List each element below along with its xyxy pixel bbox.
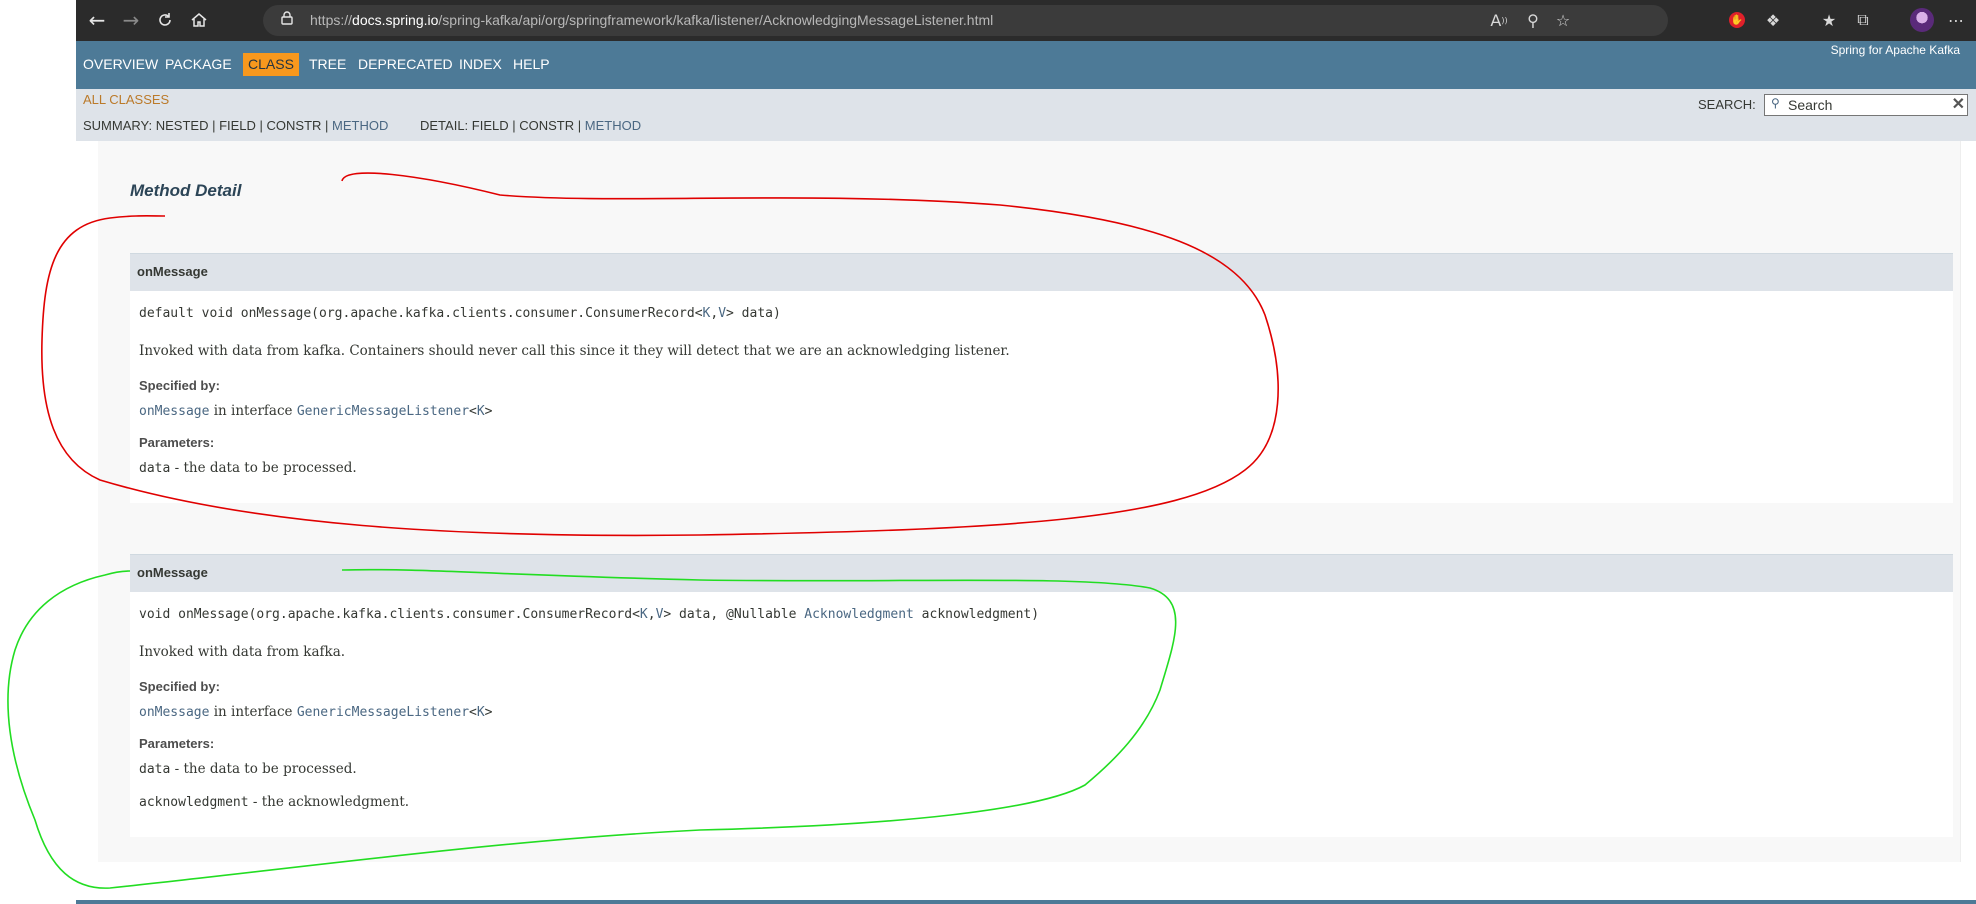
method-signature: default void onMessage(org.apache.kafka.… [139,306,781,321]
parameters-label: Parameters: [139,736,215,751]
nav-deprecated[interactable]: DEPRECATED [353,53,458,76]
method-name: onMessage [137,264,208,279]
signature-text: , [647,607,656,622]
parameter-name: data [139,461,171,476]
top-navigation-bar: OVERVIEW PACKAGE CLASS TREE DEPRECATED I… [76,41,1976,89]
detail-method-link[interactable]: METHOD [585,118,641,133]
interface-link[interactable]: GenericMessageListener [297,404,469,419]
star-add-icon[interactable]: ☆ [1552,9,1574,31]
lock-icon[interactable] [281,11,293,29]
method-description: Invoked with data from kafka. [139,644,346,660]
detail-disabled-items: FIELD | CONSTR | [471,118,582,133]
nav-package[interactable]: PACKAGE [160,53,237,76]
signature-text: void onMessage(org.apache.kafka.clients.… [139,607,640,622]
type-param-link[interactable]: K [640,607,648,622]
method-block: onMessage default void onMessage(org.apa… [130,253,1953,503]
refresh-icon[interactable] [153,8,177,32]
acknowledgment-type-link[interactable]: Acknowledgment [804,607,914,622]
signature-text: > data) [726,306,781,321]
specified-method-link[interactable]: onMessage [139,705,209,720]
generic-bracket: > [484,705,493,720]
back-icon[interactable]: ← [85,8,109,32]
interface-link[interactable]: GenericMessageListener [297,705,469,720]
signature-text: acknowledgment) [913,607,1040,622]
nav-help[interactable]: HELP [508,53,555,76]
sub-navigation: ALL CLASSES SUMMARY: NESTED | FIELD | CO… [76,89,1976,141]
parameter-description: - the data to be processed. [170,761,357,777]
detail-label: DETAIL: [420,118,469,133]
nav-tree[interactable]: TREE [304,53,351,76]
generic-bracket: > [484,404,493,419]
parameter-name: acknowledgment [139,795,249,810]
search-label: SEARCH: [1698,97,1756,112]
summary-disabled-items: NESTED | FIELD | CONSTR | [155,118,329,133]
generic-bracket: < [469,705,477,720]
adblock-icon[interactable]: ✋ [1726,9,1748,31]
search-input[interactable] [1788,95,1938,115]
method-detail-panel: Method Detail onMessage default void onM… [98,141,1961,862]
method-signature: void onMessage(org.apache.kafka.clients.… [139,607,1039,622]
avatar[interactable] [1910,8,1934,32]
close-icon[interactable]: ✕ [1952,94,1965,114]
specified-by-value: onMessage in interface GenericMessageLis… [139,403,493,419]
footer-rule [76,900,1976,904]
method-header: onMessage [130,253,1953,291]
type-param-link[interactable]: K [477,404,485,419]
type-param-link[interactable]: K [477,705,485,720]
generic-bracket: < [469,404,477,419]
forward-icon[interactable]: → [119,8,143,32]
summary-method-link[interactable]: METHOD [332,118,388,133]
method-header: onMessage [130,554,1953,592]
collections-icon[interactable]: ⧉ [1852,9,1874,31]
parameters-label: Parameters: [139,435,215,450]
specified-method-link[interactable]: onMessage [139,404,209,419]
summary-label: SUMMARY: [83,118,153,133]
specified-by-value: onMessage in interface GenericMessageLis… [139,704,493,720]
puzzle-icon[interactable]: ❖ [1762,9,1784,31]
type-param-link[interactable]: V [718,306,726,321]
zoom-icon[interactable]: ⚲ [1522,9,1544,31]
method-block: onMessage void onMessage(org.apache.kafk… [130,554,1953,837]
home-icon[interactable] [187,8,211,32]
signature-text: , [710,306,719,321]
parameter-item: acknowledgment - the acknowledgment. [139,794,409,810]
nav-class-active: CLASS [243,53,299,76]
parameter-item: data - the data to be processed. [139,460,357,476]
main-content: Method Detail onMessage default void onM… [76,141,1976,904]
star-list-icon[interactable]: ★ [1818,9,1840,31]
signature-text: > data, @Nullable [663,607,805,622]
specified-by-label: Specified by: [139,378,220,393]
summary-nav: SUMMARY: NESTED | FIELD | CONSTR | METHO… [83,118,388,133]
detail-nav: DETAIL: FIELD | CONSTR | METHOD [420,118,641,133]
specified-in-text: in interface [209,403,297,419]
signature-text: default void onMessage(org.apache.kafka.… [139,306,703,321]
address-bar[interactable]: https://docs.spring.io/spring-kafka/api/… [263,5,1668,36]
nav-index[interactable]: INDEX [454,53,507,76]
method-description: Invoked with data from kafka. Containers… [139,343,1010,359]
parameter-description: - the data to be processed. [170,460,357,476]
parameter-description: - the acknowledgment. [248,794,410,810]
search-box: ⚲ ✕ [1764,94,1968,116]
url-text[interactable]: https://docs.spring.io/spring-kafka/api/… [310,12,993,28]
brand-label: Spring for Apache Kafka [1830,43,1960,57]
ellipsis-icon[interactable]: ⋯ [1945,9,1967,31]
specified-in-text: in interface [209,704,297,720]
read-aloud-icon[interactable]: A)) [1488,9,1510,31]
all-classes-link[interactable]: ALL CLASSES [83,92,169,107]
method-name: onMessage [137,565,208,580]
parameter-item: data - the data to be processed. [139,761,357,777]
browser-toolbar: ← → https://docs.spring.io/spring-kafka/… [76,0,1976,41]
section-title: Method Detail [130,181,242,200]
specified-by-label: Specified by: [139,679,220,694]
nav-overview[interactable]: OVERVIEW [78,53,163,76]
search-icon: ⚲ [1771,96,1780,110]
parameter-name: data [139,762,171,777]
